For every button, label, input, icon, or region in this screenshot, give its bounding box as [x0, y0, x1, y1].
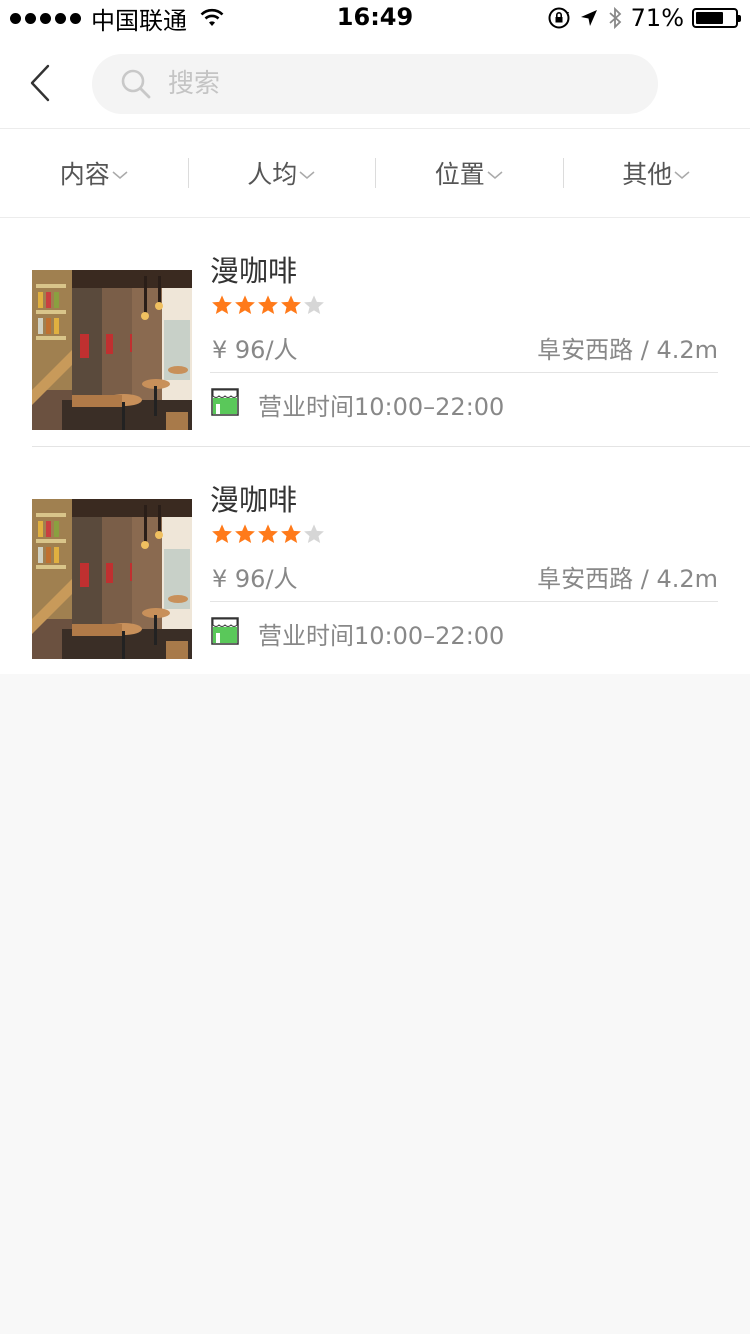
search-bar[interactable] — [92, 54, 658, 114]
star-rating — [211, 294, 325, 316]
filter-per-capita[interactable]: 人均 — [187, 129, 376, 217]
star-icon — [258, 524, 278, 543]
bluetooth-icon — [609, 6, 621, 30]
star-icon — [235, 524, 255, 543]
chevron-down-icon — [299, 171, 315, 179]
shop-list: 漫咖啡 ¥ 96/人 阜安西路 / 4.2m 营业时间10:00–22:00 漫… — [0, 218, 750, 674]
filter-bar: 内容 人均 位置 其他 — [0, 128, 750, 218]
star-icon — [258, 295, 278, 314]
shop-price: ¥ 96/人 — [212, 565, 298, 593]
location-arrow-icon — [580, 10, 597, 26]
chevron-down-icon — [674, 171, 690, 179]
back-button[interactable] — [22, 60, 62, 106]
filter-label: 其他 — [622, 160, 673, 189]
divider — [210, 372, 718, 373]
status-bar: 中国联通 16:49 71% — [0, 0, 750, 36]
battery-percent: 71% — [630, 4, 684, 32]
filter-label: 位置 — [434, 160, 485, 189]
filter-other[interactable]: 其他 — [562, 129, 750, 217]
status-bar-right: 71% — [547, 0, 741, 36]
storefront-icon — [211, 388, 239, 416]
shop-hours: 营业时间10:00–22:00 — [258, 393, 505, 421]
rotation-lock-icon — [548, 7, 570, 29]
battery-icon — [692, 8, 741, 28]
shop-location: 阜安西路 / 4.2m — [537, 565, 718, 593]
shop-hours: 营业时间10:00–22:00 — [258, 622, 505, 650]
star-icon — [281, 524, 301, 543]
shop-location: 阜安西路 / 4.2m — [537, 336, 718, 364]
header — [0, 36, 750, 128]
filter-label: 人均 — [247, 160, 298, 189]
star-icon — [212, 295, 232, 314]
chevron-down-icon — [487, 171, 503, 179]
shop-name: 漫咖啡 — [210, 254, 298, 288]
list-item[interactable]: 漫咖啡 ¥ 96/人 阜安西路 / 4.2m 营业时间10:00–22:00 — [32, 446, 750, 674]
list-item[interactable]: 漫咖啡 ¥ 96/人 阜安西路 / 4.2m 营业时间10:00–22:00 — [0, 218, 750, 446]
divider — [210, 601, 718, 602]
battery-fill — [696, 12, 723, 24]
search-input[interactable] — [168, 69, 608, 99]
star-icon — [281, 295, 301, 314]
star-icon — [304, 295, 324, 314]
star-icon — [235, 295, 255, 314]
chevron-left-icon — [30, 64, 50, 102]
star-rating — [211, 523, 325, 545]
shop-price: ¥ 96/人 — [212, 336, 298, 364]
star-icon — [212, 524, 232, 543]
shop-photo — [32, 270, 192, 430]
storefront-icon — [211, 617, 239, 645]
filter-label: 内容 — [59, 160, 110, 189]
star-icon — [304, 524, 324, 543]
filter-location[interactable]: 位置 — [375, 129, 563, 217]
chevron-down-icon — [112, 171, 128, 179]
shop-photo — [32, 499, 192, 659]
filter-content[interactable]: 内容 — [0, 129, 188, 217]
search-icon — [121, 69, 151, 99]
shop-name: 漫咖啡 — [210, 483, 298, 517]
